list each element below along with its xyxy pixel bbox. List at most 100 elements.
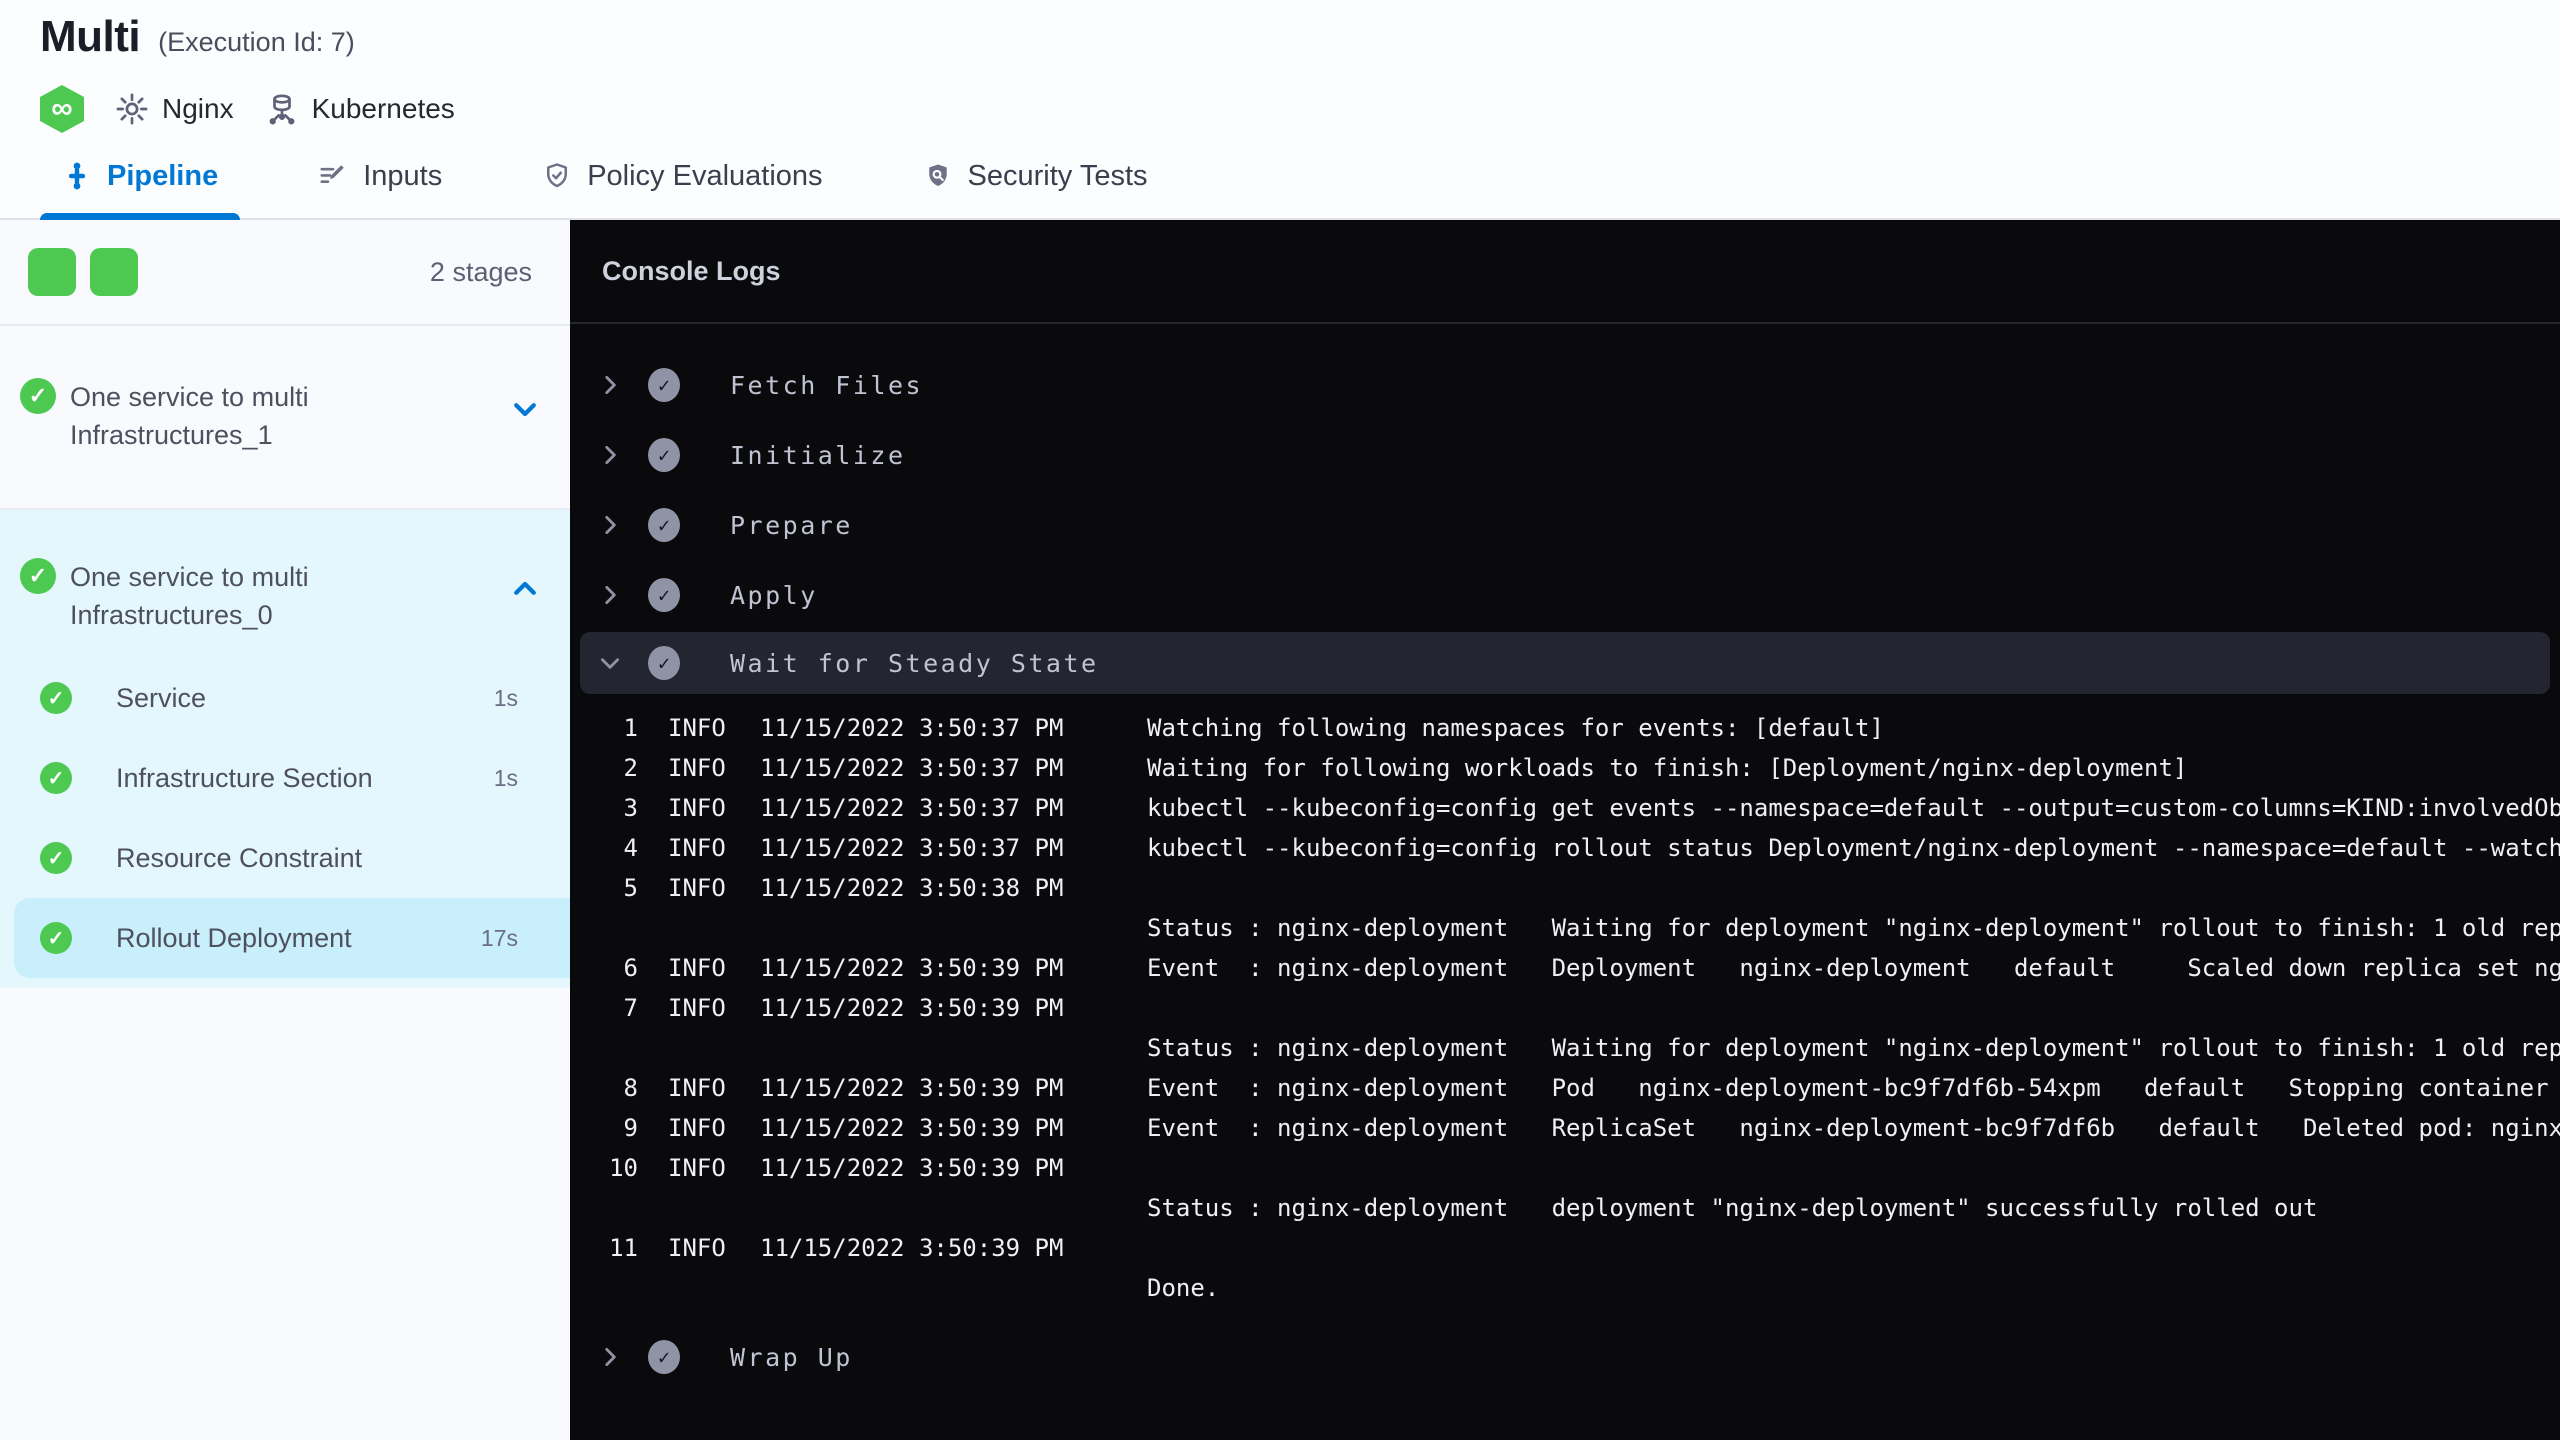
log-message: Event : nginx-deployment ReplicaSet ngin… [1147, 1114, 2560, 1142]
console-step[interactable]: Wrap Up [570, 1322, 2560, 1392]
success-check-icon [40, 922, 72, 954]
step-success-icon [648, 508, 680, 542]
console-step-label: Wait for Steady State [730, 648, 1099, 678]
infrastructure-meta: Kubernetes [264, 91, 455, 127]
console-title: Console Logs [602, 255, 781, 286]
log-level: INFO [668, 954, 726, 982]
log-timestamp: 11/15/2022 3:50:38 PM [760, 874, 1064, 902]
step-success-icon [648, 368, 680, 402]
log-timestamp [760, 1268, 1147, 1308]
console-step-label: Prepare [730, 510, 853, 540]
log-level [668, 908, 760, 948]
step-item[interactable]: Infrastructure Section 1s [0, 738, 570, 818]
log-line: 6 INFO 11/15/2022 3:50:39 PM Event : nginx-… [570, 948, 2560, 988]
log-timestamp: 11/15/2022 3:50:39 PM [760, 1154, 1064, 1182]
log-level: INFO [668, 1114, 726, 1142]
stage-item[interactable]: One service to multi Infrastructures_0 [0, 510, 570, 650]
chevron-right-icon[interactable] [592, 442, 628, 468]
harness-cd-icon: ∞ [40, 85, 84, 133]
step-duration: 17s [480, 924, 518, 951]
log-line-number: 4 [623, 834, 638, 862]
step-label: Infrastructure Section [116, 762, 373, 793]
log-timestamp [760, 908, 1147, 948]
log-output: 1 INFO 11/15/2022 3:50:37 PM Watching follo… [570, 700, 2560, 1322]
log-line-number [570, 1028, 638, 1068]
console-step[interactable]: Initialize [570, 420, 2560, 490]
log-timestamp: 11/15/2022 3:50:37 PM [760, 834, 1064, 862]
tab-bar: Pipeline Inputs Policy Evaluations Security… [0, 134, 2560, 220]
tab-security[interactable]: Security Tests [901, 134, 1170, 218]
log-timestamp: 11/15/2022 3:50:39 PM [760, 1074, 1064, 1102]
chevron-down-icon[interactable] [592, 650, 628, 676]
tab-inputs[interactable]: Inputs [296, 134, 464, 218]
page-title: Multi [40, 12, 141, 61]
step-list: Service 1s Infrastructure Section 1s Resourc… [0, 650, 570, 978]
log-timestamp: 11/15/2022 3:50:39 PM [760, 1114, 1064, 1142]
chevron-right-icon[interactable] [592, 372, 628, 398]
stage-name: One service to multi Infrastructures_1 [70, 382, 309, 450]
pipeline-icon [62, 161, 92, 191]
console-logs-panel: Console Logs Fetch Files Initialize Prepar… [570, 220, 2560, 1440]
log-message: kubectl --kubeconfig=config get events -… [1147, 794, 2560, 822]
log-message: Event : nginx-deployment Pod nginx-deplo… [1147, 1074, 2560, 1102]
console-step-label: Wrap Up [730, 1342, 853, 1372]
log-level: INFO [668, 1074, 726, 1102]
step-item[interactable]: Service 1s [0, 658, 570, 738]
log-timestamp: 11/15/2022 3:50:37 PM [760, 794, 1064, 822]
stage-item[interactable]: One service to multi Infrastructures_1 [0, 326, 570, 508]
console-step[interactable]: Fetch Files [570, 350, 2560, 420]
service-meta: Nginx [114, 91, 234, 127]
step-label: Rollout Deployment [116, 922, 352, 953]
log-line-number [570, 908, 638, 948]
tab-pipeline[interactable]: Pipeline [40, 134, 241, 220]
log-line: 2 INFO 11/15/2022 3:50:37 PM Waiting for fo… [570, 748, 2560, 788]
chevron-down-icon[interactable] [510, 394, 540, 429]
step-duration: 1s [493, 764, 518, 791]
step-success-icon [648, 578, 680, 612]
step-item[interactable]: Resource Constraint [0, 818, 570, 898]
stage-block: One service to multi Infrastructures_1 [0, 326, 570, 510]
log-line: 3 INFO 11/15/2022 3:50:37 PM kubectl --kube… [570, 788, 2560, 828]
console-step[interactable]: Apply [570, 560, 2560, 630]
log-timestamp: 11/15/2022 3:50:37 PM [760, 714, 1064, 742]
log-line: Status : nginx-deployment Waiting for de… [570, 908, 2560, 948]
stage-name: One service to multi Infrastructures_0 [70, 562, 309, 630]
stage-status-squares [28, 248, 138, 296]
tab-label: Inputs [363, 159, 443, 192]
console-step[interactable]: Wait for Steady State [580, 632, 2550, 694]
stage-success-square [28, 248, 76, 296]
step-success-icon [648, 438, 680, 472]
log-line-number: 8 [623, 1074, 638, 1102]
chevron-right-icon[interactable] [592, 1344, 628, 1370]
tab-policy[interactable]: Policy Evaluations [520, 134, 844, 218]
log-line: 5 INFO 11/15/2022 3:50:38 PM [570, 868, 2560, 908]
log-level: INFO [668, 994, 726, 1022]
log-line-number: 10 [609, 1154, 638, 1182]
log-line: 4 INFO 11/15/2022 3:50:37 PM kubectl --kube… [570, 828, 2560, 868]
log-level: INFO [668, 1234, 726, 1262]
log-timestamp: 11/15/2022 3:50:37 PM [760, 754, 1064, 782]
log-line-number: 9 [623, 1114, 638, 1142]
log-timestamp: 11/15/2022 3:50:39 PM [760, 1234, 1064, 1262]
success-check-icon [40, 842, 72, 874]
log-level: INFO [668, 834, 726, 862]
chevron-right-icon[interactable] [592, 582, 628, 608]
log-level: INFO [668, 714, 726, 742]
console-step[interactable]: Prepare [570, 490, 2560, 560]
success-check-icon [20, 558, 56, 594]
chevron-up-icon[interactable] [510, 574, 540, 609]
success-check-icon [40, 682, 72, 714]
stage-list: One service to multi Infrastructures_1 On… [0, 326, 570, 988]
log-line-number: 7 [623, 994, 638, 1022]
log-message [1147, 868, 2560, 908]
chevron-right-icon[interactable] [592, 512, 628, 538]
tab-label: Pipeline [107, 159, 219, 192]
log-line: 1 INFO 11/15/2022 3:50:37 PM Watching follo… [570, 708, 2560, 748]
step-duration: 1s [493, 684, 518, 711]
log-line-number: 2 [623, 754, 638, 782]
log-level: INFO [668, 874, 726, 902]
step-item[interactable]: Rollout Deployment 17s [14, 898, 570, 978]
success-check-icon [20, 378, 56, 414]
log-message [1147, 1228, 2560, 1268]
inputs-icon [318, 161, 348, 191]
